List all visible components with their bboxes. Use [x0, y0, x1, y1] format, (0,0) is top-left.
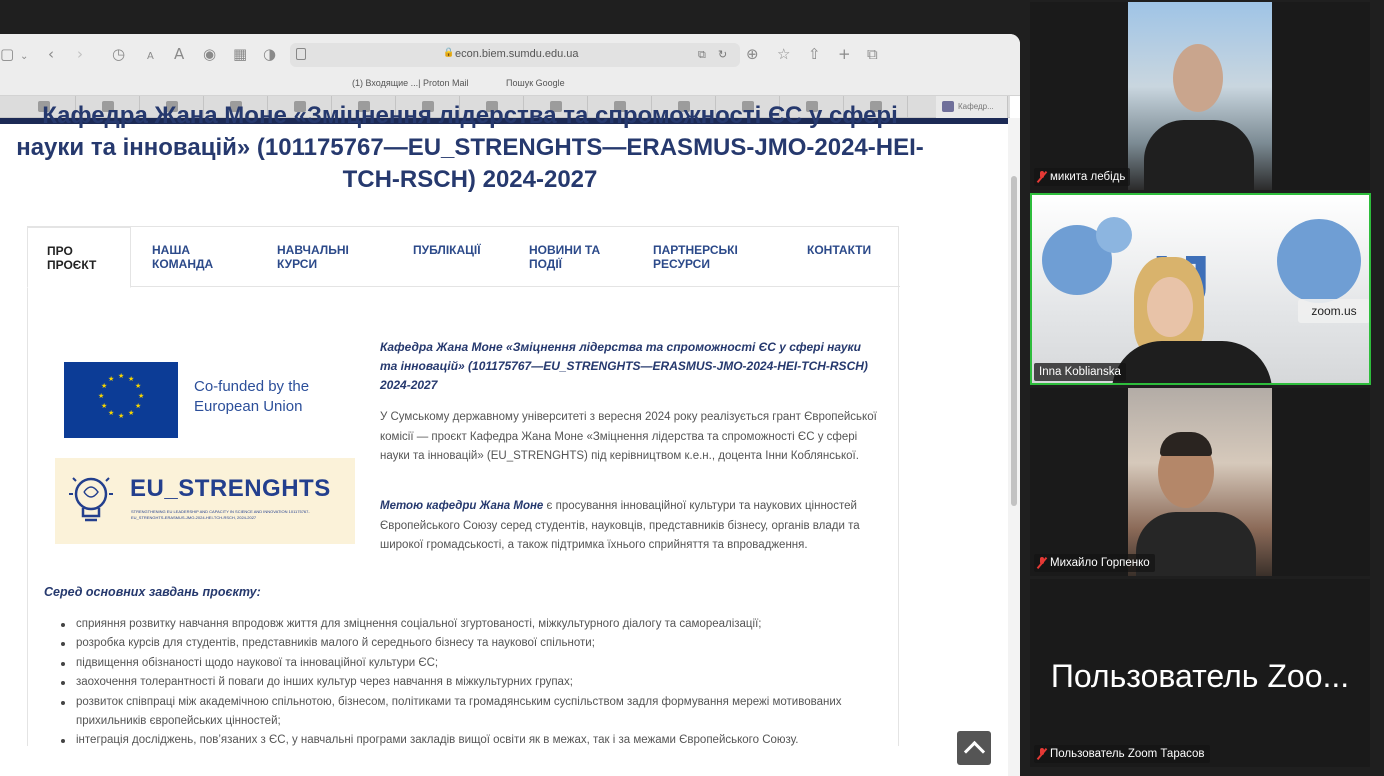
url-text: econ.biem.sumdu.edu.ua [455, 48, 579, 60]
bookmark-google-search[interactable]: Пошук Google [506, 78, 565, 88]
list-item: підвищення обізнаності щодо наукової та … [61, 654, 891, 673]
mic-muted-icon [1038, 748, 1046, 759]
intro-paragraph: У Сумському державному університеті з ве… [380, 411, 877, 462]
goal-bold-text: Метою кафедри Жана Моне [380, 500, 544, 512]
participant-video-tile[interactable]: Пользователь Zoo... Пользователь Zoom Та… [1030, 579, 1370, 767]
mic-muted-icon [1038, 171, 1046, 182]
back-icon[interactable]: ‹ [48, 45, 54, 63]
project-tab-panel: ПРО ПРОЄКТ НАША КОМАНДА НАВЧАЛЬНІ КУРСИ … [27, 226, 900, 746]
history-icon[interactable]: ◷ [112, 45, 125, 63]
participant-display-name: Пользователь Zoo... [1050, 658, 1350, 694]
list-item: інтеграція досліджень, пов’язаних з ЄС, … [61, 731, 891, 750]
calculator-icon[interactable]: ▦ [233, 45, 247, 63]
project-nav-tabs: ПРО ПРОЄКТ НАША КОМАНДА НАВЧАЛЬНІ КУРСИ … [27, 227, 900, 288]
bookmarks-bar: (1) Входящие ...| Proton Mail Пошук Goog… [0, 74, 1020, 94]
participant-name-tag: микита лебідь [1034, 168, 1131, 186]
participant-video-tile[interactable]: Михайло Горпенко [1030, 388, 1370, 576]
eu-flag-logo: ★ ★ ★ ★ ★ ★ ★ ★ ★ ★ ★ ★ [64, 362, 178, 438]
logo-subtitle: STRENGTHENING EU LEADERSHIP AND CAPACITY… [131, 509, 310, 520]
cofunded-text: Co-funded by the European Union [194, 378, 310, 415]
extension-icon[interactable]: ◑ [263, 45, 276, 63]
bookmark-proton-mail[interactable]: (1) Входящие ...| Proton Mail [352, 78, 469, 88]
participant-name-tag: Михайло Горпенко [1034, 554, 1155, 572]
page-scrollbar[interactable] [1008, 118, 1020, 776]
intro-title: Кафедра Жана Моне «Зміцнення лідерства т… [380, 340, 868, 392]
page-icon [296, 48, 306, 60]
download-icon[interactable]: ⊕ [746, 45, 759, 63]
list-item: заохочення толерантності й поваги до інш… [61, 673, 891, 692]
lock-icon: 🔒 [443, 48, 455, 58]
logo-wordmark: EU_STRENGHTS [130, 475, 331, 502]
text-smaller-icon[interactable]: A [147, 48, 154, 66]
video-feed [1128, 388, 1272, 576]
goal-paragraph: Метою кафедри Жана Моне є просування інн… [380, 497, 885, 556]
text-larger-icon[interactable]: A [174, 45, 184, 63]
browser-tab-active[interactable]: Кафедр... [936, 96, 1008, 118]
chevron-down-icon[interactable]: ⌄ [20, 48, 28, 66]
tab-team[interactable]: НАША КОМАНДА [152, 227, 232, 287]
bookmark-star-icon[interactable]: ☆ [777, 45, 790, 63]
eu-strenghts-logo: EU_STRENGHTS STRENGTHENING EU LEADERSHIP… [55, 458, 355, 544]
participant-name-tag: Пользователь Zoom Тарасов [1034, 745, 1210, 763]
reload-icon[interactable]: ↻ [718, 48, 727, 61]
lightbulb-brain-icon [69, 477, 113, 522]
list-item: розвиток співпраці між академічною спіль… [61, 693, 891, 732]
share-icon[interactable]: ⇧ [808, 45, 821, 63]
tab-about[interactable]: ПРО ПРОЄКТ [27, 227, 131, 288]
grammarly-icon[interactable]: ◉ [203, 45, 216, 63]
list-item: розробка курсів для студентів, представн… [61, 634, 891, 653]
mic-muted-icon [1038, 557, 1046, 568]
page-title: Кафедра Жана Моне «Зміцнення лідерства т… [16, 102, 924, 193]
tab-courses[interactable]: НАВЧАЛЬНІ КУРСИ [277, 227, 367, 287]
participant-name-tag: Inna Koblianska [1034, 363, 1126, 381]
zoom-watermark: zoom.us [1298, 299, 1369, 323]
video-feed: IJ [1032, 195, 1369, 383]
video-feed [1128, 2, 1272, 190]
active-speaker-tile[interactable]: IJ zoom.us Inna Koblianska [1030, 193, 1371, 385]
scroll-to-top-button[interactable] [957, 731, 991, 765]
address-bar[interactable]: 🔒 econ.biem.sumdu.edu.ua ⧉ ↻ [290, 43, 740, 67]
new-tab-icon[interactable]: + [838, 45, 851, 63]
browser-toolbar: ▢ ⌄ ‹ › ◷ A A ◉ ▦ ◑ 🔒 econ.biem.sumdu.ed… [0, 34, 1020, 96]
tab-overview-icon[interactable]: ⧉ [867, 45, 878, 63]
tasks-heading: Серед основних завдань проєкту: [44, 585, 261, 599]
tab-news[interactable]: НОВИНИ ТА ПОДІЇ [529, 227, 619, 287]
scroll-thumb[interactable] [1011, 176, 1017, 506]
forward-icon[interactable]: › [77, 45, 83, 63]
list-item: сприяння розвитку навчання впродовж житт… [61, 615, 891, 634]
participant-video-tile[interactable]: микита лебідь [1030, 2, 1370, 190]
tab-contacts[interactable]: КОНТАКТИ [807, 227, 887, 287]
tab-partner-resources[interactable]: ПАРТНЕРСЬКІ РЕСУРСИ [653, 227, 763, 287]
translate-icon[interactable]: ⧉ [698, 48, 706, 62]
tab-publications[interactable]: ПУБЛІКАЦІЇ [413, 227, 503, 287]
sidebar-toggle-icon[interactable]: ▢ [0, 45, 14, 63]
tasks-list: сприяння розвитку навчання впродовж житт… [61, 615, 891, 751]
